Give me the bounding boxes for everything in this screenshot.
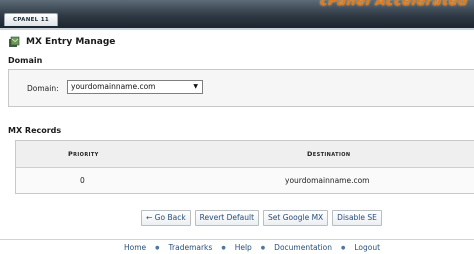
dropdown-arrow-icon: ▼ [193,83,198,90]
table-header-row: Priority Destination [16,141,474,168]
domain-select-value: yourdomainname.com [71,82,156,91]
footer-link-help[interactable]: Help [235,243,252,252]
mx-entry-icon [8,36,20,48]
mx-records-table: Priority Destination 0 yourdomainname.co… [15,140,474,194]
revert-default-button[interactable]: Revert Default [194,210,260,226]
go-back-button[interactable]: ← Go Back [141,210,191,226]
footer-link-trademarks[interactable]: Trademarks [169,243,213,252]
page-title-text: MX Entry Manage [26,37,116,47]
top-header-bar: CPANEL 11 cPanel Accelerated [0,0,474,28]
mx-records-heading: MX Records [8,126,62,135]
set-google-mx-button[interactable]: Set Google MX [263,210,329,226]
domain-field-label: Domain: [27,84,59,93]
column-header-destination: Destination [307,150,351,158]
action-buttons: ← Go Back Revert Default Set Google MX D… [141,210,382,226]
table-row: 0 yourdomainname.com [16,168,474,193]
footer-links: Home ● Trademarks ● Help ● Documentation… [124,243,380,252]
domain-select[interactable]: yourdomainname.com ▼ [67,80,203,94]
page-title: MX Entry Manage [8,36,115,48]
cpanel-logo: cPanel Accelerated [319,0,469,9]
bullet-icon: ● [221,244,226,251]
domain-heading: Domain [8,56,43,65]
bullet-icon: ● [341,244,346,251]
footer-link-logout[interactable]: Logout [354,243,380,252]
bullet-icon: ● [260,244,266,251]
footer: Home ● Trademarks ● Help ● Documentation… [0,239,474,254]
cell-priority: 0 [80,176,85,185]
footer-link-home[interactable]: Home [124,243,146,252]
disable-se-button[interactable]: Disable SE [332,210,382,226]
brand-tab[interactable]: CPANEL 11 [4,13,58,26]
domain-panel: Domain: yourdomainname.com ▼ [8,69,474,107]
header-divider [0,28,474,30]
footer-link-documentation[interactable]: Documentation [274,243,332,252]
cell-destination: yourdomainname.com [285,176,370,185]
bullet-icon: ● [155,244,160,251]
column-header-priority: Priority [68,150,99,158]
